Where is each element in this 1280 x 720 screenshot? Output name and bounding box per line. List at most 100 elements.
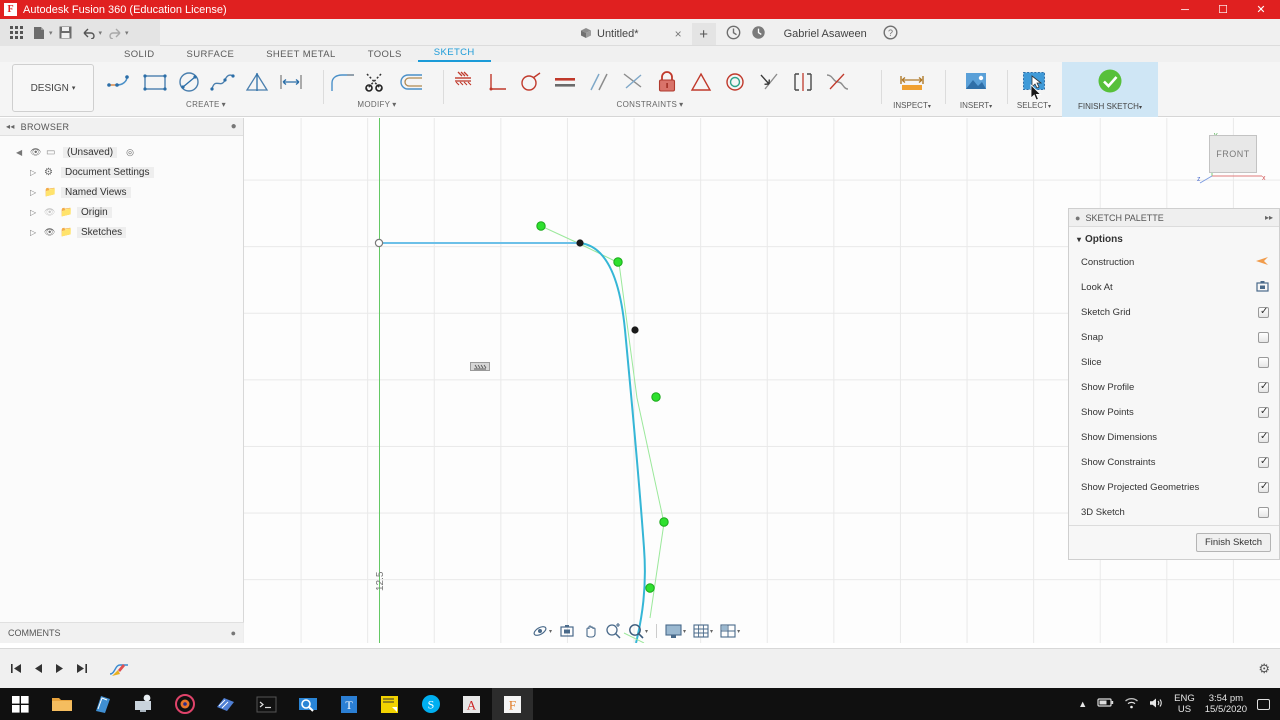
grid-snap-caret-icon[interactable]: ▾ [710, 628, 713, 635]
show-profile-checkbox[interactable] [1258, 381, 1269, 393]
ribbon-panel-insert[interactable]: INSERT▾ [948, 62, 1004, 117]
tool-line-icon[interactable] [104, 63, 138, 101]
show-points-checkbox[interactable] [1258, 406, 1269, 418]
tool-offset-icon[interactable] [394, 63, 428, 101]
palette-row-show-projected-geometries[interactable]: Show Projected Geometries [1069, 475, 1279, 500]
orbit-caret-icon[interactable]: ▾ [549, 628, 552, 635]
taskbar-notes-app[interactable] [205, 688, 246, 720]
snap-checkbox[interactable] [1258, 332, 1269, 343]
tool-horizontal-vertical-icon[interactable] [446, 63, 480, 101]
help-icon[interactable]: ? [883, 25, 898, 43]
construction-icon[interactable] [1255, 256, 1269, 270]
palette-row-show-dimensions[interactable]: Show Dimensions [1069, 425, 1279, 450]
3d-sketch-checkbox[interactable] [1258, 507, 1269, 518]
palette-row-show-profile[interactable]: Show Profile [1069, 375, 1279, 400]
tray-wifi-icon[interactable] [1124, 697, 1139, 712]
app-grid-icon[interactable] [6, 23, 26, 43]
tool-circle-icon[interactable] [172, 63, 206, 101]
tool-parallel-icon[interactable] [582, 63, 616, 101]
visibility-eye-icon[interactable]: 👁 [44, 227, 55, 238]
palette-row-slice[interactable]: Slice [1069, 350, 1279, 375]
taskbar-store-app[interactable] [82, 688, 123, 720]
job-status-icon[interactable] [726, 25, 741, 43]
tool-mirror-icon[interactable] [240, 63, 274, 101]
ribbon-tab-surface[interactable]: SURFACE [171, 49, 251, 62]
pan-button[interactable] [579, 621, 601, 641]
taskbar-text-app[interactable]: T [328, 688, 369, 720]
expand-triangle-icon[interactable]: ▷ [30, 168, 39, 177]
tool-fillet-icon[interactable] [326, 63, 360, 101]
browser-menu-icon[interactable]: ● [231, 121, 237, 132]
palette-row-3d-sketch[interactable]: 3D Sketch [1069, 500, 1279, 525]
tray-clock[interactable]: 3:54 pm 15/5/2020 [1205, 693, 1247, 715]
taskbar-autocad-app[interactable]: A [451, 688, 492, 720]
save-icon[interactable] [56, 23, 76, 43]
panel-label-modify[interactable]: MODIFY ▾ [357, 100, 396, 109]
finish-sketch-button[interactable]: FINISH SKETCH▾ [1062, 62, 1158, 117]
viewports-button[interactable]: ▾ [717, 621, 743, 641]
timeline-sketch-feature[interactable] [106, 659, 132, 679]
tool-trim-icon[interactable] [360, 63, 394, 101]
tool-rectangle-icon[interactable] [138, 63, 172, 101]
undo-caret-icon[interactable]: ▾ [99, 29, 103, 37]
taskbar-search-app[interactable] [287, 688, 328, 720]
history-icon[interactable] [751, 25, 766, 43]
visibility-eye-icon[interactable]: 👁 [30, 147, 41, 158]
palette-finish-sketch-button[interactable]: Finish Sketch [1195, 533, 1271, 552]
expand-triangle-icon[interactable]: ▷ [30, 188, 39, 197]
zoom-button[interactable] [602, 621, 624, 641]
visibility-eye-icon[interactable]: 👁 [44, 207, 55, 218]
palette-row-construction[interactable]: Construction [1069, 250, 1279, 275]
browser-item-origin[interactable]: ▷ 👁 📁 Origin [0, 202, 243, 222]
show-constraints-checkbox[interactable] [1258, 456, 1269, 468]
grid-snap-button[interactable]: ▾ [690, 621, 716, 641]
expand-triangle-icon[interactable]: ◀ [16, 148, 25, 157]
tool-dimension-icon[interactable] [274, 63, 308, 101]
action-center-icon[interactable] [1257, 698, 1270, 710]
taskbar-skype-app[interactable]: S [410, 688, 451, 720]
look-at-button[interactable] [556, 621, 578, 641]
view-cube[interactable]: y x z FRONT [1194, 128, 1269, 188]
horizontal-constraint-glyph[interactable] [470, 362, 490, 371]
taskbar-monitor-app[interactable] [123, 688, 164, 720]
tool-equal-icon[interactable] [548, 63, 582, 101]
tool-smooth-icon[interactable] [820, 63, 854, 101]
tray-volume-icon[interactable] [1149, 697, 1164, 712]
tool-collinear-icon[interactable] [752, 63, 786, 101]
tool-spline-icon[interactable] [206, 63, 240, 101]
tool-tangent-icon[interactable] [514, 63, 548, 101]
tray-chevron-icon[interactable]: ▲ [1078, 699, 1087, 709]
ribbon-tab-sheet-metal[interactable]: SHEET METAL [250, 49, 352, 62]
expand-triangle-icon[interactable]: ▷ [30, 208, 39, 217]
user-name[interactable]: Gabriel Asaween [784, 28, 867, 40]
show-projected-geometries-checkbox[interactable] [1258, 481, 1269, 493]
taskbar-media-app[interactable] [164, 688, 205, 720]
zoom-window-button[interactable]: ▾ [625, 621, 651, 641]
start-button[interactable] [0, 688, 41, 720]
timeline-settings-gear-icon[interactable]: ⚙ [1258, 661, 1270, 677]
ribbon-tab-sketch[interactable]: SKETCH [417, 47, 491, 62]
tray-language-indicator[interactable]: ENG US [1174, 693, 1195, 715]
look-at-icon[interactable] [1256, 280, 1269, 295]
expand-triangle-icon[interactable]: ▷ [30, 228, 39, 237]
tool-perpendicular-icon[interactable] [480, 63, 514, 101]
taskbar-file-explorer[interactable] [41, 688, 82, 720]
browser-item-document-settings[interactable]: ▷ ⚙ Document Settings [0, 162, 243, 182]
tab-close-icon[interactable]: × [675, 27, 682, 41]
show-dimensions-checkbox[interactable] [1258, 431, 1269, 443]
palette-options-section[interactable]: ▾ Options [1069, 227, 1279, 250]
comments-menu-icon[interactable]: ● [231, 628, 236, 638]
tool-curvature-icon[interactable] [786, 63, 820, 101]
file-icon[interactable] [29, 23, 49, 43]
minimize-button[interactable]: ─ [1166, 0, 1204, 19]
taskbar-terminal-app[interactable] [246, 688, 287, 720]
sketch-grid-checkbox[interactable] [1258, 306, 1269, 318]
palette-grip-icon[interactable]: ● [1075, 213, 1080, 223]
tool-fix-unfix-icon[interactable] [650, 63, 684, 101]
redo-icon[interactable] [105, 23, 125, 43]
ribbon-tab-solid[interactable]: SOLID [108, 49, 171, 62]
tool-concentric-icon[interactable] [718, 63, 752, 101]
taskbar-fusion-app[interactable]: F [492, 688, 533, 720]
ribbon-tab-tools[interactable]: TOOLS [352, 49, 418, 62]
panel-label-constraints[interactable]: CONSTRAINTS ▾ [617, 100, 684, 109]
